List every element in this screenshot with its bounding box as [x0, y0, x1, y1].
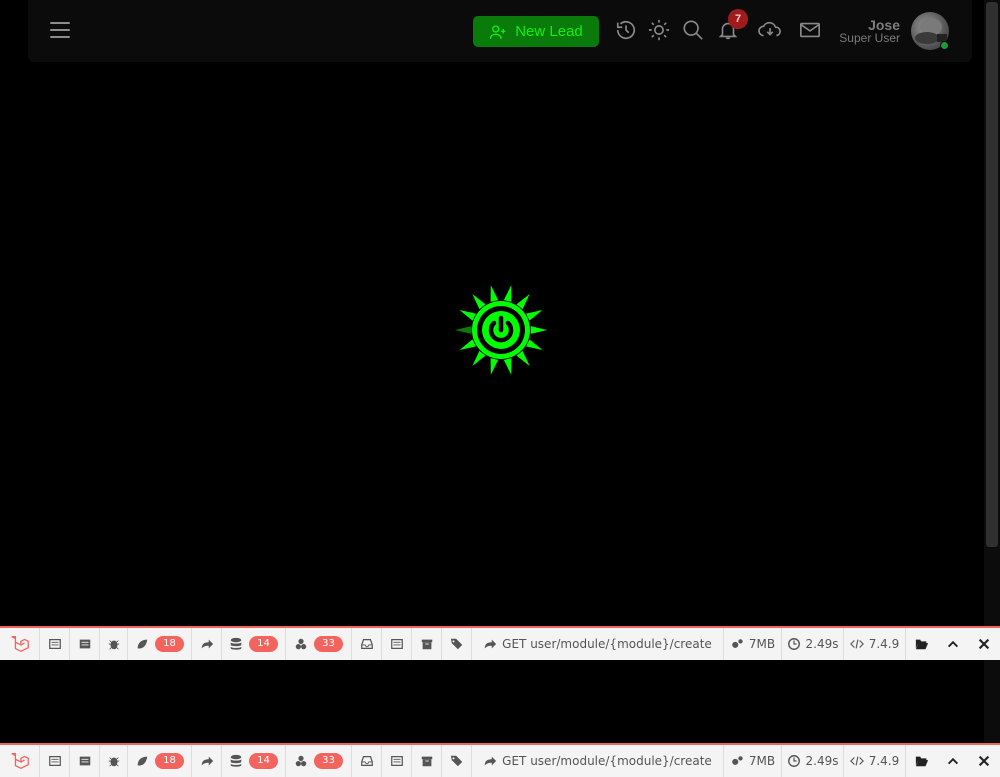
models-count-badge: 33 [314, 636, 343, 652]
minimize-chevron-up-icon[interactable] [938, 745, 968, 777]
new-lead-button[interactable]: New Lead [473, 16, 599, 47]
clock-icon [787, 755, 800, 767]
menu-toggle-icon[interactable] [50, 22, 70, 38]
views-tab[interactable]: 18 [128, 628, 192, 660]
request-time[interactable]: 2.49s [782, 628, 844, 660]
code-icon [849, 639, 864, 649]
bug-icon[interactable] [100, 745, 128, 777]
search-icon[interactable] [682, 19, 704, 41]
memory-usage[interactable]: 7MB [724, 745, 782, 777]
models-count-badge: 33 [314, 753, 343, 769]
session-tab-icon[interactable] [382, 628, 412, 660]
request-route: GET user/module/{module}/create [502, 754, 712, 768]
new-lead-label: New Lead [515, 23, 583, 40]
queries-tab[interactable]: 14 [222, 745, 286, 777]
queries-tab[interactable]: 14 [222, 628, 286, 660]
code-icon [849, 756, 864, 766]
close-icon[interactable] [968, 628, 1000, 660]
cogs-icon [732, 756, 743, 765]
theme-sun-icon[interactable] [648, 19, 670, 41]
views-count-badge: 18 [155, 753, 184, 769]
request-time[interactable]: 2.49s [782, 745, 844, 777]
request-route: GET user/module/{module}/create [502, 637, 712, 651]
memory-value: 7MB [748, 637, 776, 651]
messages-tab-icon[interactable] [40, 745, 70, 777]
archive-icon[interactable] [412, 628, 442, 660]
top-header: New Lead 7 Jose Super User [28, 0, 972, 62]
bug-icon[interactable] [100, 628, 128, 660]
online-status-dot [940, 41, 949, 50]
open-folder-icon[interactable] [906, 628, 938, 660]
cloud-sync-icon[interactable] [756, 19, 784, 41]
models-tab[interactable]: 33 [286, 628, 352, 660]
queries-count-badge: 14 [249, 636, 278, 652]
close-icon[interactable] [968, 745, 1000, 777]
app-page: New Lead 7 Jose Super User 18 14 33 GET … [0, 0, 1000, 777]
add-user-icon [490, 24, 506, 39]
tags-icon[interactable] [442, 745, 472, 777]
request-route-info[interactable]: GET user/module/{module}/create [472, 745, 724, 777]
timeline-tab-icon[interactable] [70, 745, 100, 777]
cogs-icon [732, 639, 743, 648]
open-folder-icon[interactable] [906, 745, 938, 777]
route-arrow-icon [484, 639, 497, 649]
php-version-value: 7.4.9 [868, 637, 900, 651]
route-share-icon[interactable] [192, 628, 222, 660]
memory-usage[interactable]: 7MB [724, 628, 782, 660]
loading-power-sun-icon [452, 280, 552, 380]
time-value: 2.49s [805, 754, 839, 768]
views-count-badge: 18 [155, 636, 184, 652]
timeline-tab-icon[interactable] [70, 628, 100, 660]
php-version[interactable]: 7.4.9 [844, 628, 906, 660]
laravel-logo-icon[interactable] [0, 628, 40, 660]
messages-tab-icon[interactable] [40, 628, 70, 660]
mail-inbox-icon[interactable] [352, 745, 382, 777]
debugbar-secondary: 18 14 33 GET user/module/{module}/create… [0, 743, 1000, 777]
archive-icon[interactable] [412, 745, 442, 777]
time-value: 2.49s [805, 637, 839, 651]
views-tab[interactable]: 18 [128, 745, 192, 777]
php-version[interactable]: 7.4.9 [844, 745, 906, 777]
clock-icon [787, 638, 800, 650]
php-version-value: 7.4.9 [868, 754, 900, 768]
mail-icon[interactable] [799, 19, 821, 41]
route-share-icon[interactable] [192, 745, 222, 777]
mail-inbox-icon[interactable] [352, 628, 382, 660]
queries-count-badge: 14 [249, 753, 278, 769]
models-tab[interactable]: 33 [286, 745, 352, 777]
memory-value: 7MB [748, 754, 776, 768]
user-role: Super User [839, 31, 900, 45]
session-tab-icon[interactable] [382, 745, 412, 777]
tags-icon[interactable] [442, 628, 472, 660]
scrollbar-thumb[interactable] [986, 2, 998, 547]
route-arrow-icon [484, 756, 497, 766]
debugbar: 18 14 33 GET user/module/{module}/create… [0, 626, 1000, 660]
history-icon[interactable] [615, 19, 637, 41]
minimize-chevron-up-icon[interactable] [938, 628, 968, 660]
laravel-logo-icon[interactable] [0, 745, 40, 777]
request-route-info[interactable]: GET user/module/{module}/create [472, 628, 724, 660]
notification-count-badge: 7 [728, 9, 748, 29]
